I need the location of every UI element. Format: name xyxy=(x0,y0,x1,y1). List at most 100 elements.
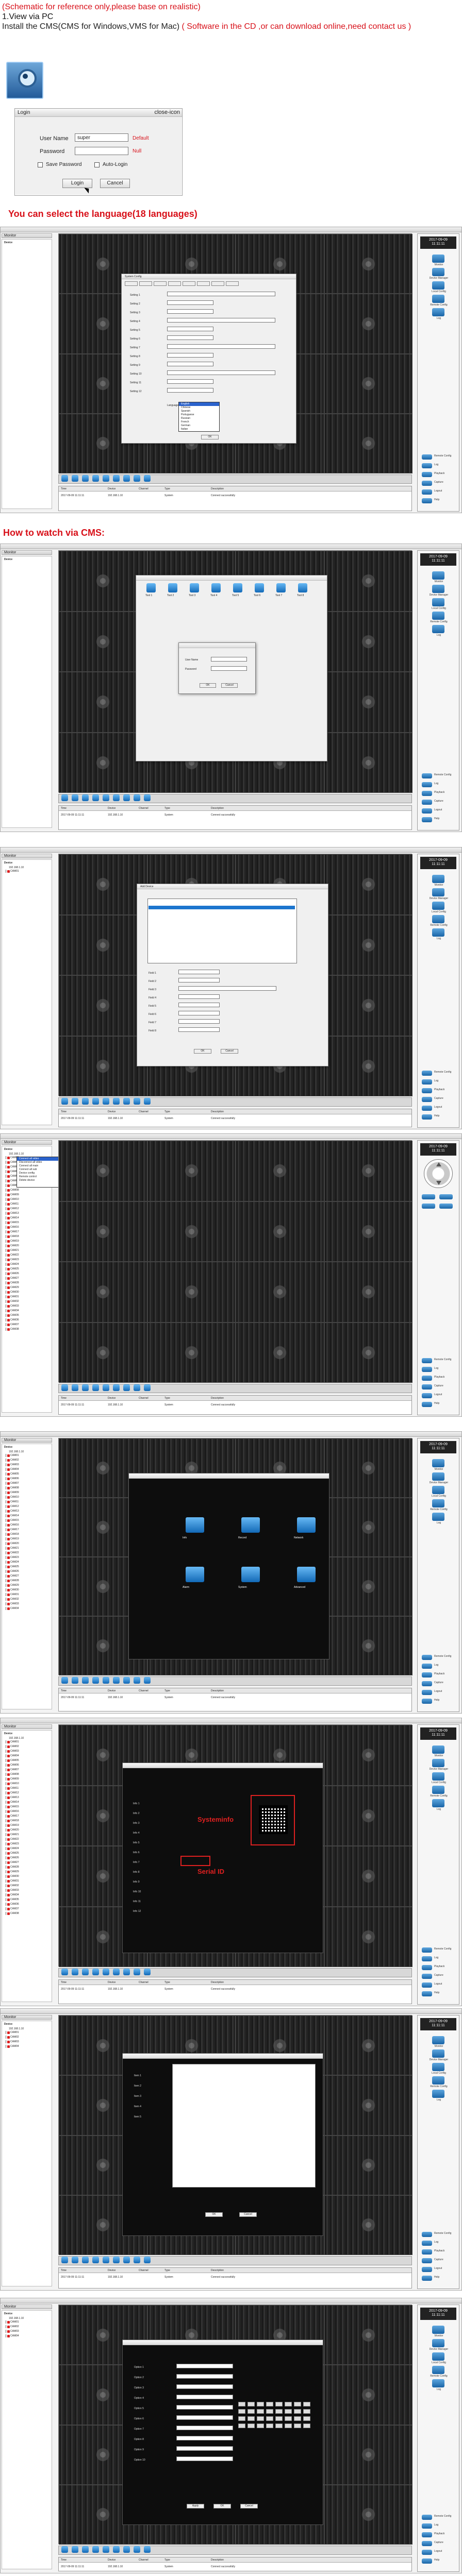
schedule-cell[interactable] xyxy=(238,2416,245,2421)
system-icon[interactable] xyxy=(241,1567,260,1582)
schedule-cell[interactable] xyxy=(275,2424,283,2428)
bottom-control-icon[interactable] xyxy=(422,472,432,477)
tree-channel[interactable]: CAM26 xyxy=(10,1570,19,1573)
video-cell[interactable] xyxy=(324,2365,412,2425)
tree-channel[interactable]: CAM17 xyxy=(10,1230,19,1234)
bottom-control-icon[interactable] xyxy=(422,1690,432,1695)
tree-channel[interactable]: CAM19 xyxy=(10,1537,19,1541)
video-cell[interactable] xyxy=(59,611,147,672)
control-icon[interactable] xyxy=(432,1486,444,1494)
schedule-cell[interactable] xyxy=(266,2402,273,2406)
tree-channel[interactable]: CAM32 xyxy=(10,1884,19,1888)
control-icon[interactable] xyxy=(432,612,444,620)
video-cell[interactable] xyxy=(59,854,147,915)
tree-channel[interactable]: CAM28 xyxy=(10,1579,19,1583)
encode-field[interactable] xyxy=(176,2426,233,2430)
bottom-control-icon[interactable] xyxy=(422,2550,432,2555)
device-tool-icon[interactable] xyxy=(298,583,307,592)
layout-button-icon[interactable] xyxy=(92,1677,99,1684)
layout-button-icon[interactable] xyxy=(82,1677,89,1684)
schedule-cell[interactable] xyxy=(294,2416,301,2421)
control-icon[interactable] xyxy=(432,295,444,303)
config-option-field[interactable] xyxy=(167,388,213,393)
control-icon[interactable] xyxy=(432,928,444,937)
config-option-field[interactable] xyxy=(167,344,275,349)
bottom-control-icon[interactable] xyxy=(422,2276,432,2281)
video-cell[interactable] xyxy=(59,1036,147,1096)
device-form-field[interactable] xyxy=(178,1003,220,1007)
tree-channel[interactable]: CAM37 xyxy=(10,1323,19,1327)
layout-button-icon[interactable] xyxy=(113,1098,120,1105)
layout-button-icon[interactable] xyxy=(134,794,140,801)
layout-button-icon[interactable] xyxy=(92,1098,99,1105)
config-option-field[interactable] xyxy=(167,300,213,305)
schedule-cell[interactable] xyxy=(248,2416,255,2421)
layout-button-icon[interactable] xyxy=(144,1384,151,1391)
bottom-control-icon[interactable] xyxy=(422,463,432,468)
bottom-control-icon[interactable] xyxy=(422,2558,432,2564)
ok-button[interactable]: OK xyxy=(201,435,219,439)
tree-channel[interactable]: CAM30 xyxy=(10,1875,19,1878)
bottom-control-icon[interactable] xyxy=(422,2241,432,2246)
language-option[interactable]: German xyxy=(179,424,219,428)
bottom-control-icon[interactable] xyxy=(422,2258,432,2263)
tree-channel[interactable]: CAM25 xyxy=(10,1565,19,1569)
layout-button-icon[interactable] xyxy=(61,1098,68,1105)
tree-channel[interactable]: CAM01 xyxy=(10,870,19,873)
tree-channel[interactable]: CAM31 xyxy=(10,1593,19,1597)
tree-channel[interactable]: CAM10 xyxy=(10,1198,19,1201)
video-cell[interactable] xyxy=(324,1906,412,1967)
tree-channel[interactable]: CAM24 xyxy=(10,1561,19,1564)
device-name[interactable]: 192.168.1.10 xyxy=(9,1450,24,1454)
bottom-control-icon[interactable] xyxy=(422,1982,432,1988)
encode-field[interactable] xyxy=(176,2456,233,2461)
tree-channel[interactable]: CAM17 xyxy=(10,1528,19,1532)
tree-channel[interactable]: CAM17 xyxy=(10,1815,19,1818)
login-cancel-button[interactable]: Cancel xyxy=(221,683,238,688)
schedule-cell[interactable] xyxy=(294,2424,301,2428)
config-option-field[interactable] xyxy=(167,318,275,323)
layout-button-icon[interactable] xyxy=(61,2546,68,2553)
layout-button-icon[interactable] xyxy=(103,1969,109,1975)
tree-channel[interactable]: CAM21 xyxy=(10,1249,19,1252)
config-option-field[interactable] xyxy=(167,335,213,340)
tree-channel[interactable]: CAM13 xyxy=(10,1796,19,1800)
layout-button-icon[interactable] xyxy=(72,475,78,482)
tree-channel[interactable]: CAM06 xyxy=(10,1764,19,1767)
layout-button-icon[interactable] xyxy=(92,1384,99,1391)
tree-channel[interactable]: CAM30 xyxy=(10,1588,19,1592)
tree-channel[interactable]: CAM31 xyxy=(10,1879,19,1883)
video-cell[interactable] xyxy=(59,672,147,733)
language-dropdown[interactable]: English Chinese Spanish Portuguese Russian Fr… xyxy=(178,402,220,432)
schedule-cell[interactable] xyxy=(257,2416,264,2421)
video-cell[interactable] xyxy=(59,1141,147,1201)
layout-button-icon[interactable] xyxy=(134,1969,140,1975)
tree-channel[interactable]: CAM28 xyxy=(10,1281,19,1285)
bottom-control-icon[interactable] xyxy=(422,1956,432,1961)
schedule-cell[interactable] xyxy=(285,2402,292,2406)
control-icon[interactable] xyxy=(432,2063,444,2071)
control-icon[interactable] xyxy=(432,2076,444,2084)
context-menu-item[interactable]: Remote control xyxy=(17,1175,63,1179)
layout-button-icon[interactable] xyxy=(92,794,99,801)
tree-channel[interactable]: CAM07 xyxy=(10,1768,19,1772)
tree-channel[interactable]: CAM18 xyxy=(10,1235,19,1239)
config-tab[interactable] xyxy=(226,281,239,286)
schedule-cell[interactable] xyxy=(303,2402,310,2406)
context-menu-item[interactable]: Connect all sub xyxy=(17,1168,63,1172)
layout-button-icon[interactable] xyxy=(61,794,68,801)
record-ok-button[interactable]: OK xyxy=(205,2212,223,2217)
layout-button-icon[interactable] xyxy=(134,2546,140,2553)
layout-button-icon[interactable] xyxy=(103,1384,109,1391)
encode-field[interactable] xyxy=(176,2374,233,2379)
video-cell[interactable] xyxy=(147,1201,236,1262)
schedule-cell[interactable] xyxy=(238,2409,245,2414)
layout-button-icon[interactable] xyxy=(61,1384,68,1391)
tree-channel[interactable]: CAM36 xyxy=(10,1318,19,1322)
bottom-control-icon[interactable] xyxy=(422,2523,432,2529)
schedule-cell[interactable] xyxy=(303,2424,310,2428)
close-icon[interactable]: close-icon xyxy=(154,109,180,115)
video-cell[interactable] xyxy=(324,1438,412,1498)
schedule-cell[interactable] xyxy=(275,2409,283,2414)
tree-channel[interactable]: CAM18 xyxy=(10,1819,19,1823)
